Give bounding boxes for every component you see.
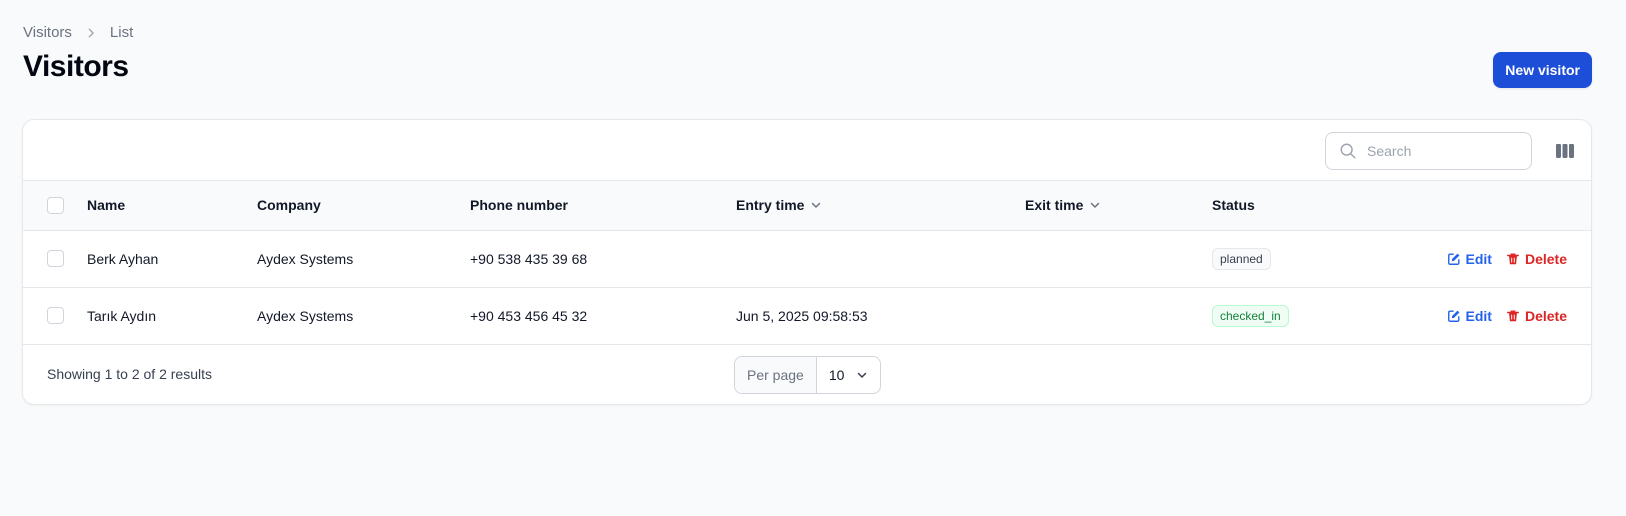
results-summary: Showing 1 to 2 of 2 results <box>47 365 212 382</box>
cell-actions: Edit Delete <box>1362 230 1591 287</box>
per-page-select[interactable]: 10 <box>817 357 881 393</box>
select-all-cell <box>23 181 87 230</box>
per-page-control: Per page 10 <box>734 355 882 394</box>
chevron-right-icon <box>84 26 98 40</box>
search-input[interactable] <box>1367 134 1527 168</box>
edit-button[interactable]: Edit <box>1447 308 1492 324</box>
status-badge: checked_in <box>1212 304 1289 327</box>
column-header-name: Name <box>87 197 126 214</box>
table-header-row: Name Company Phone number Entry time Exi… <box>23 181 1591 230</box>
column-header-entry-time[interactable]: Entry time <box>736 181 1025 230</box>
delete-label: Delete <box>1524 250 1567 267</box>
cell-status: checked_in <box>1212 287 1362 344</box>
cell-status: planned <box>1212 230 1362 287</box>
edit-button[interactable]: Edit <box>1447 251 1492 267</box>
column-header-exit-time-label: Exit time <box>1025 197 1084 214</box>
select-all-checkbox[interactable] <box>47 197 64 215</box>
visitors-table-card: Name Company Phone number Entry time <box>22 119 1592 405</box>
cell-entry-time: Jun 5, 2025 09:58:53 <box>736 307 868 324</box>
page: Visitors List Visitors New visitor Searc… <box>0 0 1626 516</box>
delete-label: Delete <box>1524 307 1567 324</box>
column-header-status: Status <box>1212 197 1255 214</box>
search-icon <box>1339 142 1357 160</box>
row-checkbox[interactable] <box>47 250 64 268</box>
column-header-entry-time-label: Entry time <box>736 197 805 214</box>
chevron-down-icon <box>810 199 822 211</box>
cell-actions: Edit Delete <box>1362 287 1591 344</box>
cell-company: Aydex Systems <box>257 250 354 267</box>
cell-exit-time <box>1025 230 1212 287</box>
column-header-company: Company <box>257 197 321 214</box>
columns-icon[interactable] <box>1555 142 1575 160</box>
cell-phone: +90 538 435 39 68 <box>470 250 588 267</box>
row-select-cell <box>23 230 87 287</box>
row-select-cell <box>23 287 87 344</box>
breadcrumb-visitors-link[interactable]: Visitors <box>23 24 72 41</box>
row-checkbox[interactable] <box>47 307 64 325</box>
column-header-actions <box>1362 181 1591 230</box>
trash-icon <box>1506 252 1520 266</box>
search-field[interactable] <box>1325 132 1532 170</box>
table-row: Tarık Aydın Aydex Systems +90 453 456 45… <box>23 287 1591 344</box>
edit-label: Edit <box>1465 307 1492 324</box>
edit-label: Edit <box>1465 250 1492 267</box>
column-header-phone: Phone number <box>470 197 569 214</box>
visitors-table: Name Company Phone number Entry time Exi… <box>23 181 1591 345</box>
pencil-square-icon <box>1447 309 1461 323</box>
per-page-value: 10 <box>828 366 845 383</box>
table-footer: Showing 1 to 2 of 2 results Per page 10 <box>23 345 1591 403</box>
delete-button[interactable]: Delete <box>1506 251 1567 267</box>
chevron-down-icon <box>856 369 868 381</box>
per-page-label: Per page <box>735 356 817 393</box>
cell-name: Berk Ayhan <box>87 250 159 267</box>
column-header-exit-time[interactable]: Exit time <box>1025 181 1212 230</box>
status-badge: planned <box>1212 247 1271 270</box>
breadcrumb: Visitors List <box>23 24 133 41</box>
chevron-down-icon <box>1089 199 1101 211</box>
new-visitor-button[interactable]: New visitor <box>1493 52 1592 88</box>
cell-name: Tarık Aydın <box>87 307 157 324</box>
cell-phone: +90 453 456 45 32 <box>470 307 588 324</box>
page-title: Visitors <box>23 50 129 83</box>
table-toolbar <box>23 120 1591 181</box>
table-row: Berk Ayhan Aydex Systems +90 538 435 39 … <box>23 230 1591 287</box>
cell-exit-time <box>1025 287 1212 344</box>
breadcrumb-current: List <box>109 24 134 41</box>
cell-company: Aydex Systems <box>257 307 354 324</box>
delete-button[interactable]: Delete <box>1506 308 1567 324</box>
cell-entry-time <box>736 230 1025 287</box>
trash-icon <box>1506 309 1520 323</box>
pencil-square-icon <box>1447 252 1461 266</box>
